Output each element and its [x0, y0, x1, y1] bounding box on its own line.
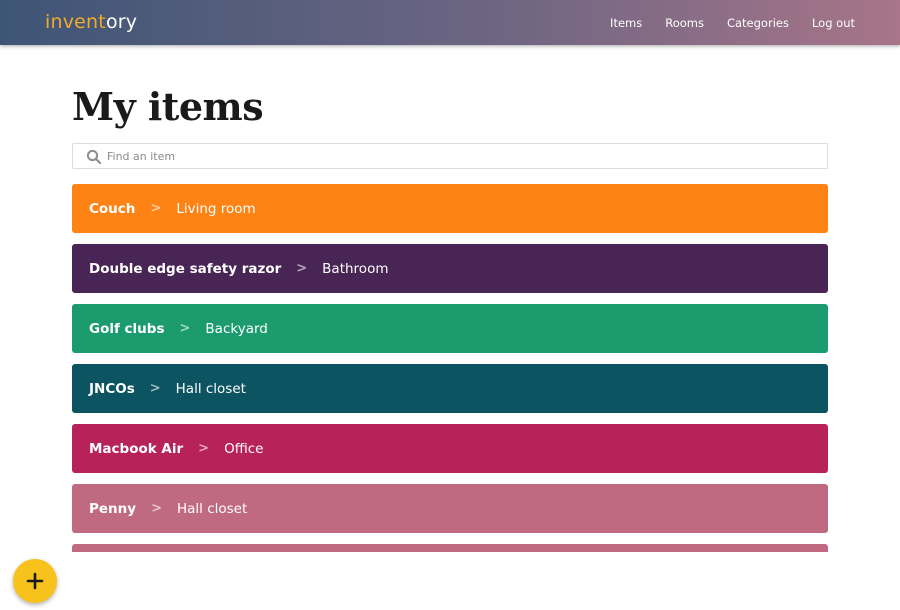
item-room: Hall closet	[176, 500, 248, 517]
navbar: inventory Items Rooms Categories Log out	[0, 0, 900, 45]
item-name: JNCOs	[89, 380, 135, 397]
brand-logo-part2: ory	[105, 11, 138, 33]
page-title: My items	[72, 84, 264, 129]
separator-chevron: >	[179, 321, 191, 336]
nav-links: Items Rooms Categories Log out	[610, 16, 855, 30]
item-room: Bathroom	[322, 260, 389, 277]
item-card-couch[interactable]: Couch > Living room	[72, 184, 828, 233]
plus-icon	[26, 572, 44, 590]
search-input[interactable]	[107, 144, 807, 168]
separator-chevron: >	[198, 441, 210, 456]
search-icon	[86, 149, 102, 165]
item-room: Living room	[176, 200, 256, 217]
item-card-penny[interactable]: Penny > Hall closet	[72, 484, 828, 533]
nav-link-logout[interactable]: Log out	[812, 16, 855, 30]
separator-chevron: >	[296, 261, 308, 276]
item-list: Couch > Living room Double edge safety r…	[72, 184, 828, 552]
item-name: Penny	[89, 500, 137, 517]
add-item-button[interactable]	[13, 559, 57, 603]
item-card-partial[interactable]	[72, 544, 828, 552]
search-box	[72, 143, 828, 169]
separator-chevron: >	[149, 381, 161, 396]
item-room: Office	[224, 440, 264, 457]
nav-link-rooms[interactable]: Rooms	[665, 16, 704, 30]
separator-chevron: >	[151, 501, 162, 516]
item-card-jncos[interactable]: JNCOs > Hall closet	[72, 364, 828, 413]
item-room: Backyard	[205, 320, 268, 337]
item-card-razor[interactable]: Double edge safety razor > Bathroom	[72, 244, 828, 293]
item-name: Couch	[89, 200, 136, 217]
item-room: Hall closet	[175, 380, 246, 397]
nav-link-items[interactable]: Items	[610, 16, 642, 30]
item-name: Double edge safety razor	[89, 260, 282, 277]
brand-logo[interactable]: inventory	[45, 13, 137, 32]
item-name: Golf clubs	[89, 320, 165, 337]
brand-logo-part1: invent	[45, 11, 106, 33]
item-name: Macbook Air	[89, 440, 184, 457]
item-card-macbook-air[interactable]: Macbook Air > Office	[72, 424, 828, 473]
separator-chevron: >	[150, 201, 162, 216]
item-card-golf-clubs[interactable]: Golf clubs > Backyard	[72, 304, 828, 353]
nav-link-categories[interactable]: Categories	[727, 16, 789, 30]
